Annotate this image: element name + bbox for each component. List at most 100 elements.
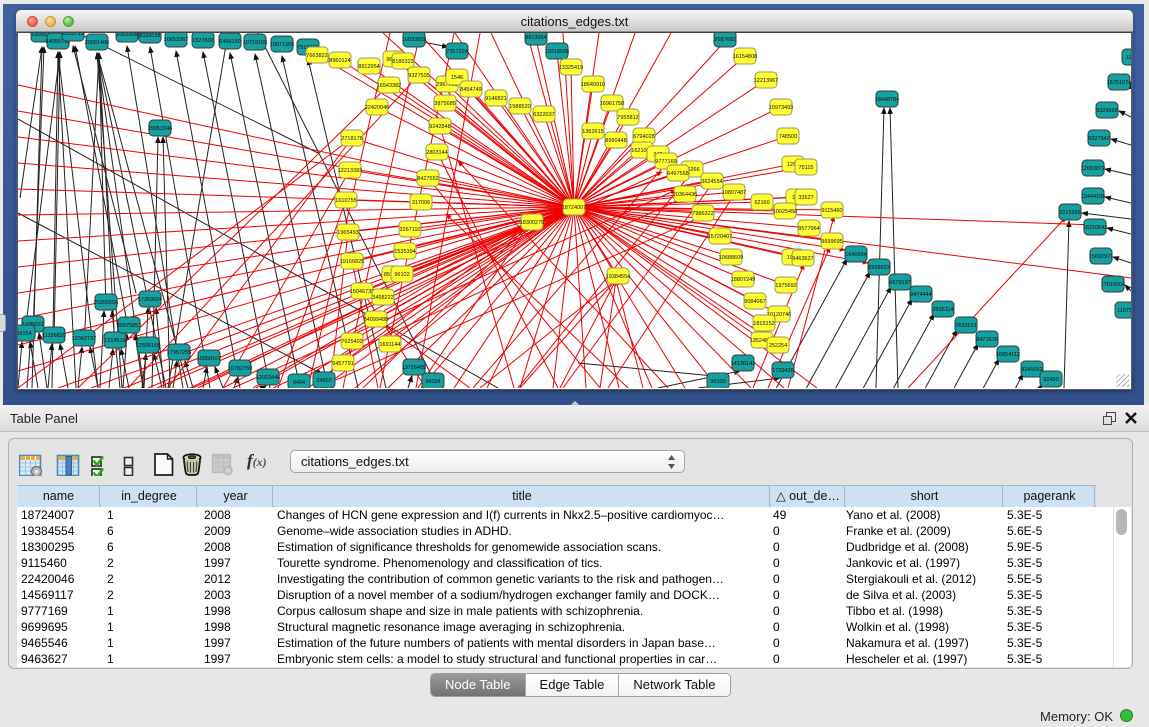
svg-text:9457791: 9457791 bbox=[332, 361, 353, 367]
svg-text:17359924: 17359924 bbox=[138, 297, 162, 303]
svg-text:9327505: 9327505 bbox=[408, 73, 429, 79]
svg-text:18640910: 18640910 bbox=[581, 82, 605, 88]
svg-text:1815152: 1815152 bbox=[753, 321, 774, 327]
svg-text:1691144: 1691144 bbox=[379, 342, 400, 348]
svg-text:1527602: 1527602 bbox=[192, 38, 213, 44]
svg-text:15720407: 15720407 bbox=[708, 234, 732, 240]
svg-text:3875685: 3875685 bbox=[434, 101, 455, 107]
svg-text:12923446: 12923446 bbox=[256, 375, 280, 381]
svg-text:3624554: 3624554 bbox=[701, 179, 722, 185]
svg-text:10671355: 10671355 bbox=[270, 42, 294, 48]
svg-text:92450: 92450 bbox=[1043, 377, 1058, 383]
svg-text:17957255: 17957255 bbox=[167, 350, 191, 356]
svg-text:1214519: 1214519 bbox=[104, 338, 125, 344]
svg-text:6497568: 6497568 bbox=[667, 171, 688, 177]
svg-text:317006: 317006 bbox=[412, 200, 430, 206]
svg-text:1733426: 1733426 bbox=[772, 368, 793, 374]
svg-text:1063309: 1063309 bbox=[116, 33, 137, 38]
svg-text:7632621: 7632621 bbox=[955, 323, 976, 329]
svg-text:2803144: 2803144 bbox=[426, 150, 447, 156]
svg-text:8471676: 8471676 bbox=[976, 337, 997, 343]
svg-text:2687682: 2687682 bbox=[714, 37, 735, 43]
svg-text:7625402: 7625402 bbox=[341, 339, 362, 345]
svg-text:1610755: 1610755 bbox=[335, 198, 356, 204]
svg-text:16543382: 16543382 bbox=[377, 83, 401, 89]
svg-text:9474444: 9474444 bbox=[910, 292, 931, 298]
svg-text:12093872: 12093872 bbox=[1081, 166, 1105, 172]
svg-text:12444155: 12444155 bbox=[1081, 194, 1105, 200]
svg-text:252254: 252254 bbox=[769, 343, 787, 349]
svg-text:22420046: 22420046 bbox=[365, 105, 389, 111]
svg-text:17016504: 17016504 bbox=[1101, 282, 1125, 288]
svg-text:16033809: 16033809 bbox=[402, 37, 426, 43]
svg-text:1362615: 1362615 bbox=[582, 129, 603, 135]
svg-text:9464: 9464 bbox=[293, 380, 305, 386]
svg-text:24502: 24502 bbox=[316, 378, 331, 384]
svg-text:96102: 96102 bbox=[394, 272, 409, 278]
svg-text:6794028: 6794028 bbox=[633, 134, 654, 140]
svg-text:20364436: 20364436 bbox=[673, 192, 697, 198]
svg-text:10025458: 10025458 bbox=[773, 209, 797, 215]
svg-text:748500: 748500 bbox=[779, 134, 797, 140]
svg-text:7986322: 7986322 bbox=[692, 211, 713, 217]
svg-text:15046738: 15046738 bbox=[350, 289, 374, 295]
svg-text:15751074: 15751074 bbox=[1107, 80, 1131, 86]
svg-text:12342737: 12342737 bbox=[72, 336, 96, 342]
svg-text:8912954: 8912954 bbox=[358, 64, 379, 70]
svg-text:9242848: 9242848 bbox=[429, 124, 450, 130]
svg-text:8454749: 8454749 bbox=[460, 87, 481, 93]
svg-text:7663822: 7663822 bbox=[306, 53, 327, 59]
svg-text:16154808: 16154808 bbox=[733, 54, 757, 60]
svg-text:54099488: 54099488 bbox=[364, 317, 388, 323]
svg-text:8427552: 8427552 bbox=[417, 176, 438, 182]
svg-text:18807249: 18807249 bbox=[731, 277, 755, 283]
svg-text:33627: 33627 bbox=[798, 195, 813, 201]
svg-text:1546: 1546 bbox=[451, 75, 463, 81]
svg-text:12213967: 12213967 bbox=[754, 78, 778, 84]
svg-text:10719155: 10719155 bbox=[243, 40, 267, 46]
svg-text:9329966: 9329966 bbox=[1096, 108, 1117, 114]
svg-text:10973493: 10973493 bbox=[769, 105, 793, 111]
svg-text:14136141: 14136141 bbox=[731, 361, 755, 367]
svg-text:116753: 116753 bbox=[1117, 308, 1131, 314]
svg-text:9115460: 9115460 bbox=[821, 208, 842, 214]
svg-text:10958107: 10958107 bbox=[197, 356, 221, 362]
svg-text:1535394: 1535394 bbox=[394, 249, 415, 255]
svg-text:8960124: 8960124 bbox=[329, 58, 350, 64]
svg-text:20691406: 20691406 bbox=[85, 40, 109, 46]
svg-text:9084067: 9084067 bbox=[744, 299, 765, 305]
svg-text:9777169: 9777169 bbox=[655, 159, 676, 165]
svg-text:19384554: 19384554 bbox=[606, 274, 630, 280]
svg-text:96100: 96100 bbox=[710, 379, 725, 385]
svg-text:16961758: 16961758 bbox=[600, 101, 624, 107]
svg-text:39154: 39154 bbox=[18, 331, 32, 337]
svg-text:3498222: 3498222 bbox=[372, 295, 393, 301]
svg-text:8938923: 8938923 bbox=[868, 265, 889, 271]
svg-text:20206556: 20206556 bbox=[94, 300, 118, 306]
svg-text:3215955: 3215955 bbox=[1059, 210, 1080, 216]
svg-text:18724007: 18724007 bbox=[562, 205, 586, 211]
svg-text:96034: 96034 bbox=[425, 379, 440, 385]
svg-text:2135719: 2135719 bbox=[62, 33, 83, 37]
svg-text:9577964: 9577964 bbox=[798, 226, 819, 232]
svg-text:13716485: 13716485 bbox=[402, 365, 426, 371]
svg-text:9245652: 9245652 bbox=[1021, 367, 1042, 373]
svg-text:18300275: 18300275 bbox=[520, 220, 544, 226]
svg-text:11124: 11124 bbox=[1126, 55, 1131, 61]
svg-text:75115: 75115 bbox=[799, 165, 814, 171]
svg-text:29053346: 29053346 bbox=[148, 126, 172, 132]
svg-text:7357224: 7357224 bbox=[446, 49, 467, 55]
svg-text:1640954: 1640954 bbox=[845, 252, 866, 258]
svg-text:15692971: 15692971 bbox=[1089, 254, 1113, 260]
svg-text:2718176: 2718176 bbox=[341, 136, 362, 142]
svg-text:8813054: 8813054 bbox=[525, 35, 546, 41]
svg-text:11156829: 11156829 bbox=[42, 333, 66, 339]
svg-text:8990448: 8990448 bbox=[605, 138, 626, 144]
svg-text:62160: 62160 bbox=[754, 200, 769, 206]
svg-text:8186323: 8186323 bbox=[392, 59, 413, 65]
svg-text:12213383: 12213383 bbox=[338, 168, 362, 174]
svg-text:6322037: 6322037 bbox=[533, 112, 554, 118]
svg-text:30975857: 30975857 bbox=[117, 323, 141, 329]
svg-text:7955812: 7955812 bbox=[617, 115, 638, 121]
svg-text:16782759: 16782759 bbox=[228, 366, 252, 372]
